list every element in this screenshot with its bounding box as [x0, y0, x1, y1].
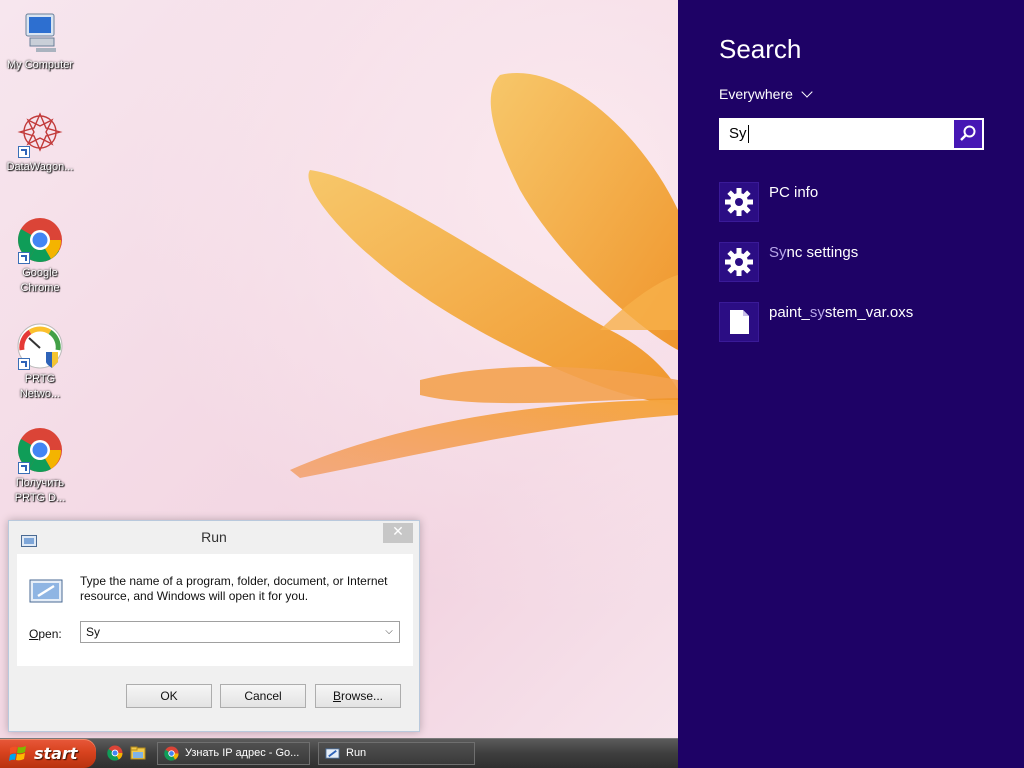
chevron-down-icon[interactable]: ⌵	[381, 622, 397, 642]
shortcut-arrow-icon	[18, 146, 30, 158]
search-result-label: paint_system_var.oxs	[769, 304, 914, 321]
desktop-icon-google-chrome[interactable]: Google Chrome	[2, 216, 78, 296]
datawagon-icon	[16, 110, 64, 158]
chrome-icon	[16, 216, 64, 264]
shortcut-arrow-icon	[18, 462, 30, 474]
search-result-item[interactable]: PC info	[719, 182, 1019, 224]
gear-icon	[719, 242, 759, 282]
search-scope-dropdown[interactable]: Everywhere	[719, 86, 813, 102]
desktop-icon-label: Google Chrome	[20, 267, 60, 294]
search-input[interactable]: Sy	[721, 120, 954, 148]
shortcut-arrow-icon	[18, 252, 30, 264]
search-scope-label: Everywhere	[719, 86, 793, 102]
search-result-label: PC info	[769, 184, 819, 201]
search-box[interactable]: Sy	[719, 118, 984, 150]
chrome-icon	[164, 746, 179, 761]
desktop-icon-label: Получить PRTG D...	[14, 477, 66, 504]
close-icon: ✕	[392, 524, 404, 540]
browse-button[interactable]: Browse...	[315, 684, 401, 708]
taskbar: start Узнать IP адрес - Go... Run	[0, 738, 678, 768]
run-icon	[325, 748, 340, 759]
cancel-button[interactable]: Cancel	[220, 684, 306, 708]
start-label: start	[34, 744, 78, 763]
search-charm: Search Everywhere Sy PC info Sync settin…	[678, 0, 1024, 768]
desktop-icon-label: DataWagon...	[6, 161, 74, 173]
search-title: Search	[719, 34, 802, 64]
search-result-item[interactable]: paint_system_var.oxs	[719, 302, 1019, 344]
open-combobox[interactable]: Sy ⌵	[80, 621, 400, 643]
chevron-down-icon	[801, 86, 813, 98]
taskbar-item-label: Узнать IP адрес - Go...	[185, 747, 300, 759]
close-button[interactable]: ✕	[383, 523, 413, 543]
desktop-icon-label: PRTG Netwo...	[19, 373, 61, 400]
run-icon	[29, 579, 63, 607]
ok-button[interactable]: OK	[126, 684, 212, 708]
desktop-icon-my-computer[interactable]: My Computer	[2, 8, 78, 73]
gear-icon	[719, 182, 759, 222]
search-result-item[interactable]: Sync settings	[719, 242, 1019, 284]
run-dialog[interactable]: Run ✕ Type the name of a program, folder…	[8, 520, 420, 732]
run-dialog-title: Run	[201, 529, 227, 545]
desktop-icon-label: My Computer	[6, 59, 74, 71]
search-icon	[960, 125, 976, 141]
file-explorer-icon[interactable]	[130, 745, 146, 761]
search-button[interactable]	[954, 120, 982, 148]
start-button[interactable]: start	[0, 739, 96, 768]
desktop-icon-prtg-download[interactable]: Получить PRTG D...	[2, 426, 78, 506]
run-dialog-body: Type the name of a program, folder, docu…	[17, 554, 413, 666]
taskbar-item-chrome[interactable]: Узнать IP адрес - Go...	[157, 742, 310, 765]
prtg-gauge-icon	[16, 322, 64, 370]
desktop[interactable]: My Computer DataWagon... Google Chrome P…	[0, 0, 678, 738]
taskbar-item-label: Run	[346, 747, 367, 759]
chrome-icon[interactable]	[107, 745, 123, 761]
text-caret	[747, 125, 749, 144]
shortcut-arrow-icon	[18, 358, 30, 370]
search-result-label: Sync settings	[769, 244, 859, 261]
desktop-icon-datawagon[interactable]: DataWagon...	[2, 110, 78, 175]
open-label: Open:	[29, 627, 62, 641]
taskbar-item-run[interactable]: Run	[318, 742, 475, 765]
document-icon	[719, 302, 759, 342]
run-description: Type the name of a program, folder, docu…	[80, 574, 388, 603]
windows-flag-icon	[9, 746, 26, 761]
open-input-value: Sy	[86, 625, 101, 639]
computer-icon	[16, 8, 64, 56]
chrome-icon	[16, 426, 64, 474]
desktop-icon-prtg-network[interactable]: PRTG Netwo...	[2, 322, 78, 402]
